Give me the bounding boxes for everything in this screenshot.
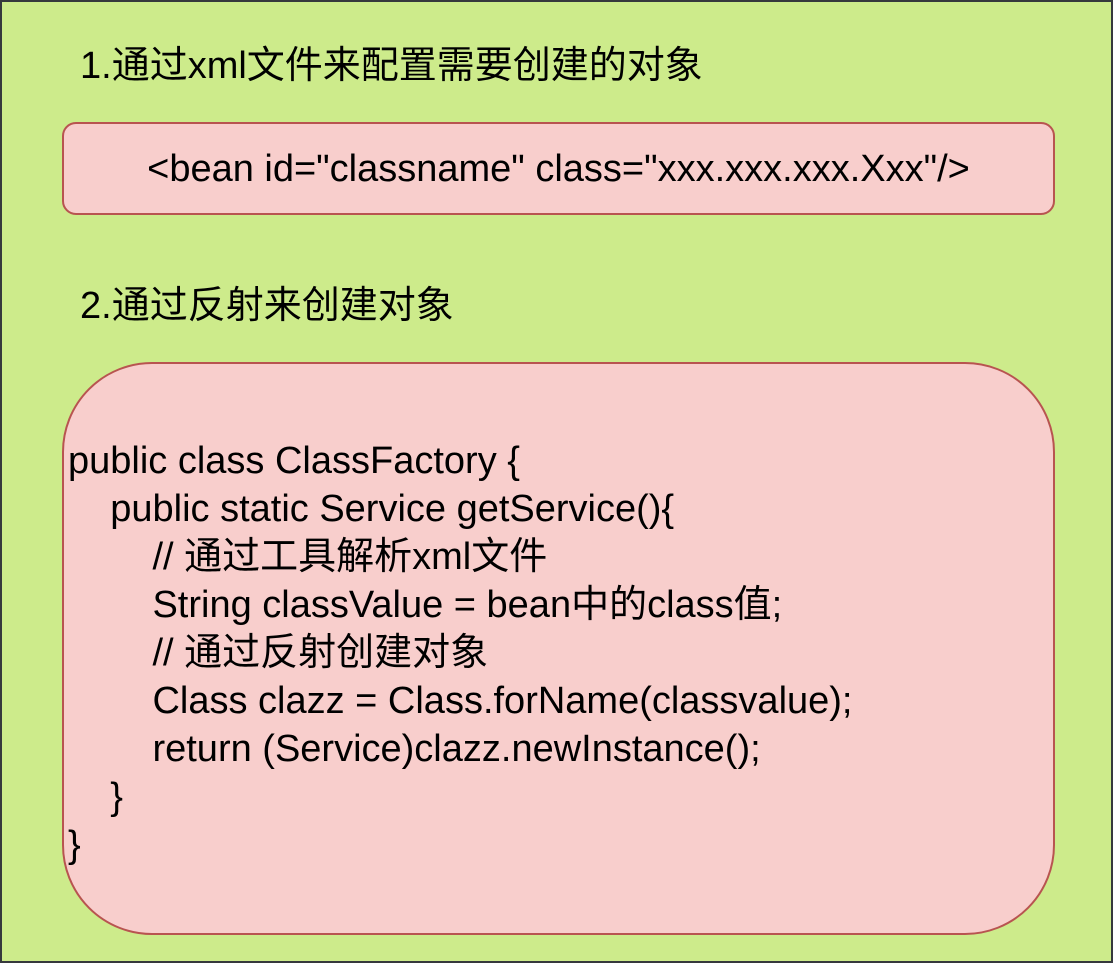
code-comment-line: // 通过反射创建对象 [68, 632, 489, 674]
step2-heading: 2.通过反射来创建对象 [80, 285, 454, 327]
code-line: } [68, 776, 123, 818]
code-line: public class ClassFactory { [68, 440, 520, 482]
code-box: public class ClassFactory { public stati… [62, 362, 1055, 935]
code-line: Class clazz = Class.forName(classvalue); [68, 680, 853, 722]
code-line: return (Service)clazz.newInstance(); [68, 728, 761, 770]
code-block: public class ClassFactory { public stati… [68, 437, 853, 869]
diagram-canvas: 1.通过xml文件来配置需要创建的对象 <bean id="classname"… [0, 0, 1113, 963]
code-line: } [68, 824, 81, 866]
code-comment-line: // 通过工具解析xml文件 [68, 536, 548, 578]
step1-heading: 1.通过xml文件来配置需要创建的对象 [80, 45, 703, 87]
code-line: public static Service getService(){ [68, 488, 675, 530]
code-line: String classValue = bean中的class值; [68, 584, 783, 626]
bean-config-text: <bean id="classname" class="xxx.xxx.xxx.… [147, 147, 970, 190]
bean-config-box: <bean id="classname" class="xxx.xxx.xxx.… [62, 122, 1055, 215]
